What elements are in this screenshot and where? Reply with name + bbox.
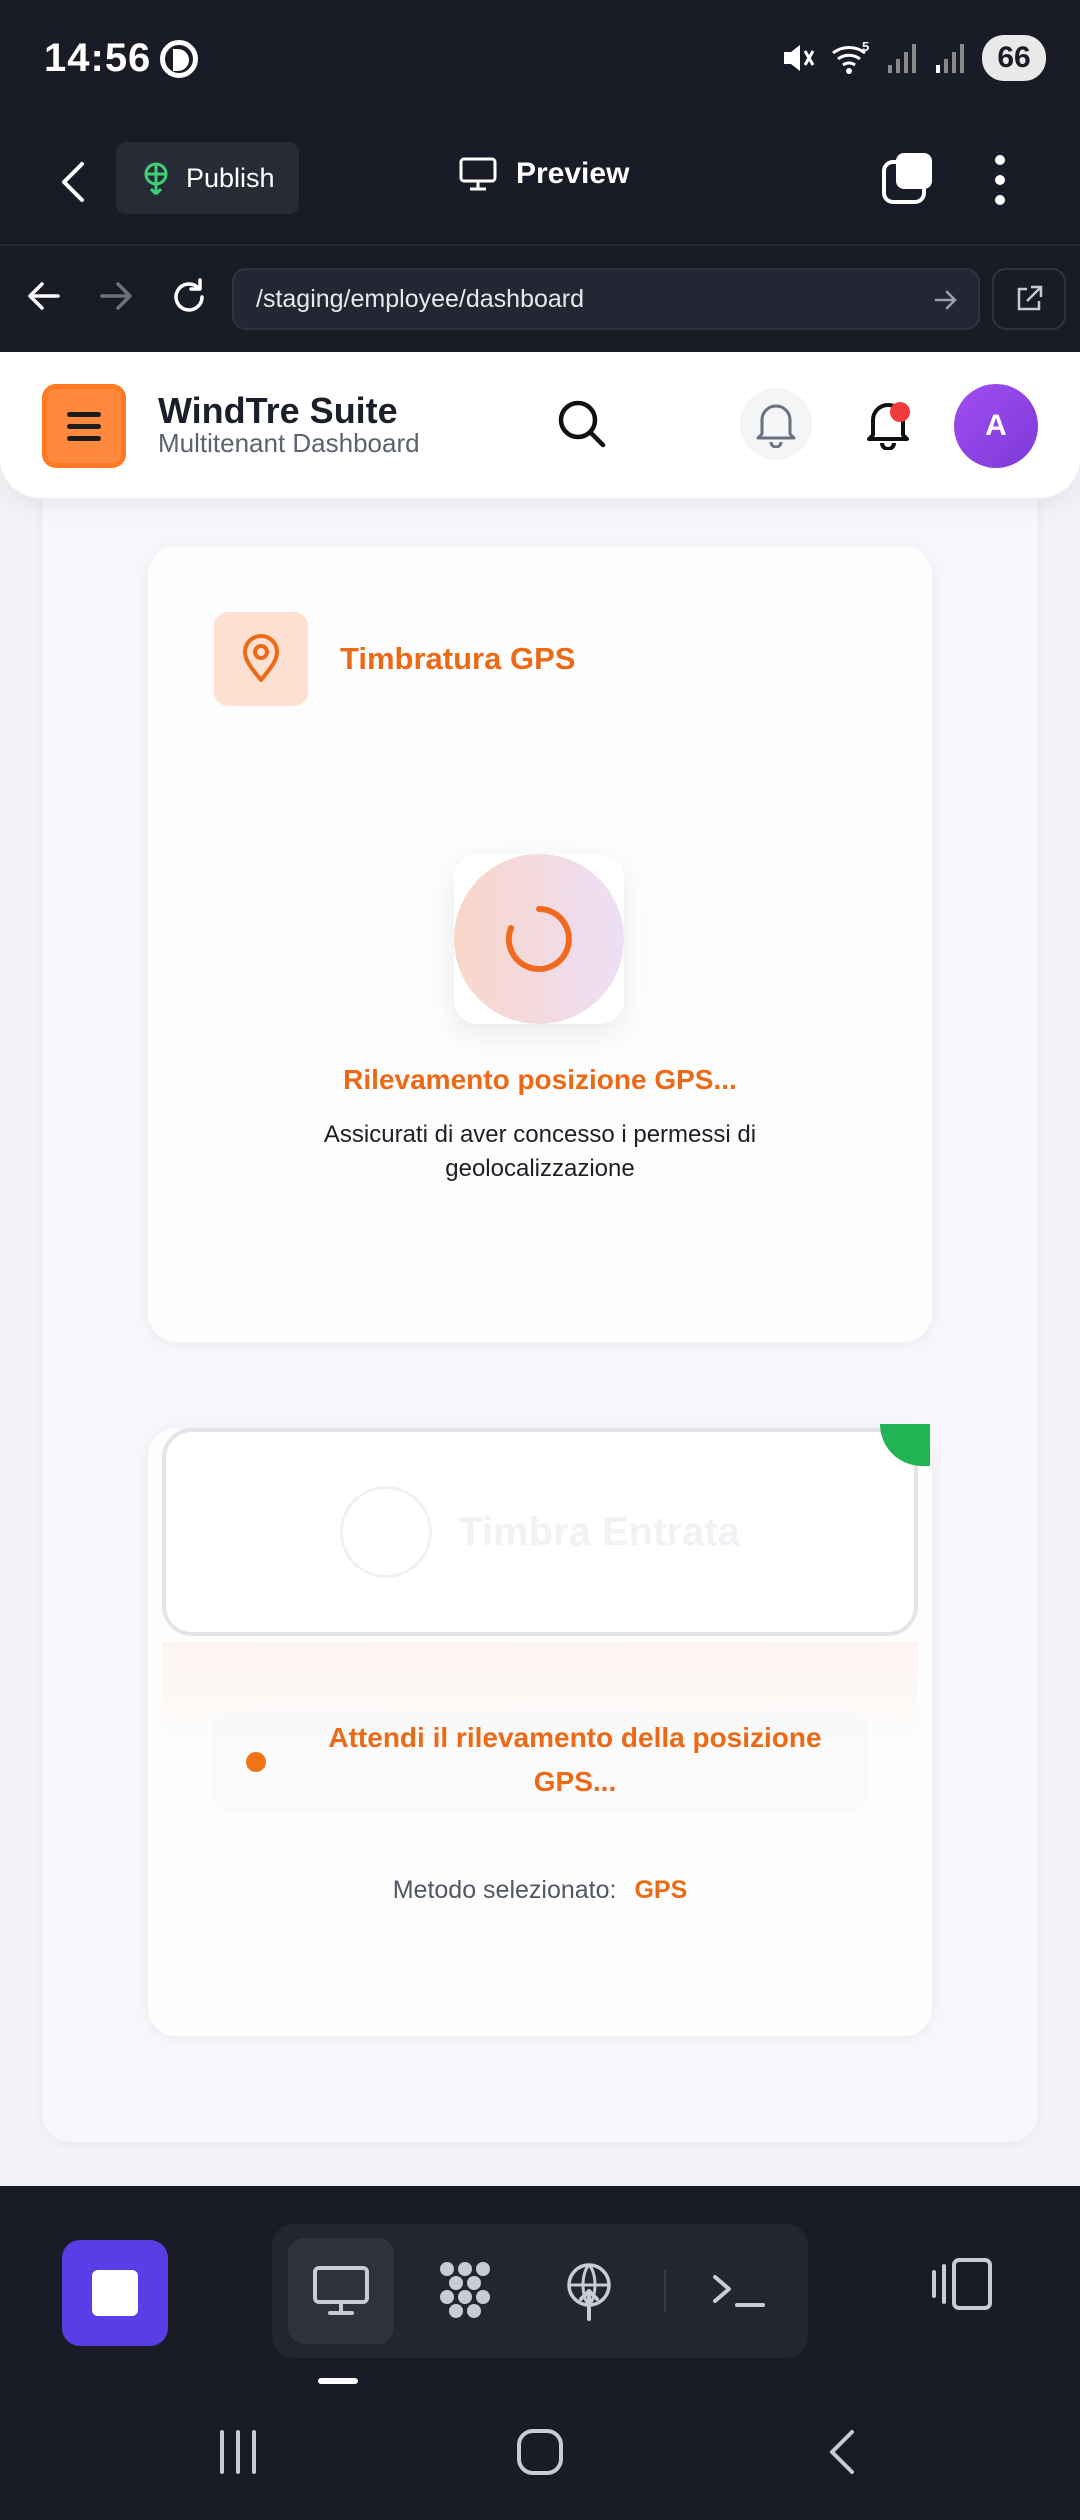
method-row: Metodo selezionato: GPS <box>148 1876 932 1905</box>
app-title: WindTre Suite <box>158 390 398 431</box>
loading-indicator <box>454 854 624 1024</box>
apps-icon <box>440 2262 490 2318</box>
map-pin-icon <box>243 634 279 682</box>
home-icon[interactable] <box>514 2426 566 2478</box>
clock-in-label: Timbra Entrata <box>458 1509 740 1554</box>
mute-icon <box>784 45 815 71</box>
signal-2-icon <box>936 44 964 73</box>
method-label: Metodo selezionato: <box>392 1876 617 1904</box>
apps-button[interactable] <box>412 2238 518 2344</box>
monitor-icon <box>459 157 497 191</box>
divider <box>664 2270 666 2312</box>
wait-message-row: Attendi il rilevamento della posizione G… <box>212 1710 868 1812</box>
terminal-button[interactable] <box>686 2238 792 2344</box>
app-viewport: WindTre Suite Multitenant Dashboard A Ti… <box>0 352 1080 2186</box>
map-pin-badge <box>214 612 308 706</box>
terminal-icon <box>713 2275 765 2307</box>
method-value: GPS <box>634 1876 688 1904</box>
clock-in-button[interactable]: Timbra Entrata <box>162 1428 918 1636</box>
url-input[interactable]: /staging/employee/dashboard <box>232 268 980 330</box>
browser-bar: /staging/employee/dashboard <box>0 246 1080 352</box>
clock-in-card: Timbra Entrata Attendi il rilevamento de… <box>148 1424 932 2036</box>
status-bar: 14:56 5 66 <box>0 0 1080 120</box>
gps-status-title: Rilevamento posizione GPS... <box>343 1064 737 1095</box>
publish-button[interactable]: Publish <box>116 142 299 214</box>
svg-text:5: 5 <box>862 39 869 54</box>
menu-icon-line <box>67 435 101 441</box>
system-navigation <box>0 2394 1080 2520</box>
wifi-icon: 5 <box>832 39 869 74</box>
app-subtitle: Multitenant Dashboard <box>158 428 420 458</box>
notification-badge <box>890 402 910 422</box>
bell-icon <box>756 404 796 448</box>
publish-icon <box>144 162 168 195</box>
menu-icon <box>67 411 101 417</box>
editor-bottom-toolbar <box>0 2186 1080 2394</box>
focus-mode-icon <box>160 40 198 78</box>
notifications-button[interactable] <box>740 388 812 460</box>
desktop-icon <box>313 2266 369 2315</box>
publish-label: Publish <box>186 162 275 193</box>
arrow-right-icon[interactable] <box>96 276 136 316</box>
status-time: 14:56 <box>44 36 152 80</box>
preview-label: Preview <box>516 157 630 190</box>
avatar[interactable]: A <box>954 384 1038 468</box>
stop-icon <box>92 2270 138 2316</box>
deploy-icon <box>567 2263 611 2321</box>
spinner-background <box>454 854 624 1024</box>
desktop-view-button[interactable] <box>288 2238 394 2344</box>
alerts-button[interactable] <box>852 388 924 460</box>
spinner-icon <box>505 906 572 972</box>
gps-card-header: Timbratura GPS <box>214 612 575 706</box>
tabs-icon[interactable] <box>880 150 936 206</box>
active-tab-indicator <box>318 2378 358 2384</box>
url-text: /staging/employee/dashboard <box>256 285 585 313</box>
battery-indicator: 66 <box>982 35 1046 81</box>
pulse-dot <box>246 1752 266 1772</box>
open-external-button[interactable] <box>992 268 1066 330</box>
editor-toolbar: Publish Preview <box>0 120 1080 246</box>
gps-card-title: Timbratura GPS <box>340 641 576 676</box>
preview-toggle[interactable]: Preview <box>458 156 629 192</box>
open-external-icon <box>1017 285 1043 311</box>
status-icons: 5 66 <box>778 34 1046 82</box>
deploy-button[interactable] <box>536 2238 642 2344</box>
reload-icon[interactable] <box>168 276 210 318</box>
more-icon[interactable] <box>990 152 1010 208</box>
wait-message: Attendi il rilevamento della posizione G… <box>328 1722 822 1797</box>
gps-status-subtitle: Assicurati di aver concesso i permessi d… <box>323 1121 757 1182</box>
signal-1-icon <box>888 44 916 73</box>
search-icon[interactable] <box>554 396 610 452</box>
view-switcher <box>272 2224 808 2358</box>
arrow-left-icon[interactable] <box>24 276 64 316</box>
menu-icon-line <box>67 423 101 429</box>
back-nav-icon[interactable] <box>822 2426 862 2478</box>
gps-card: Timbratura GPS Rilevamento posizione GPS… <box>148 546 932 1342</box>
login-icon <box>340 1486 433 1578</box>
recent-apps-icon[interactable] <box>214 2426 262 2478</box>
go-arrow-icon[interactable] <box>932 286 960 314</box>
stop-button[interactable] <box>62 2240 168 2346</box>
back-icon[interactable] <box>56 158 92 206</box>
app-header: WindTre Suite Multitenant Dashboard A <box>0 352 1080 498</box>
menu-button[interactable] <box>42 384 126 468</box>
device-icon[interactable] <box>930 2256 994 2312</box>
